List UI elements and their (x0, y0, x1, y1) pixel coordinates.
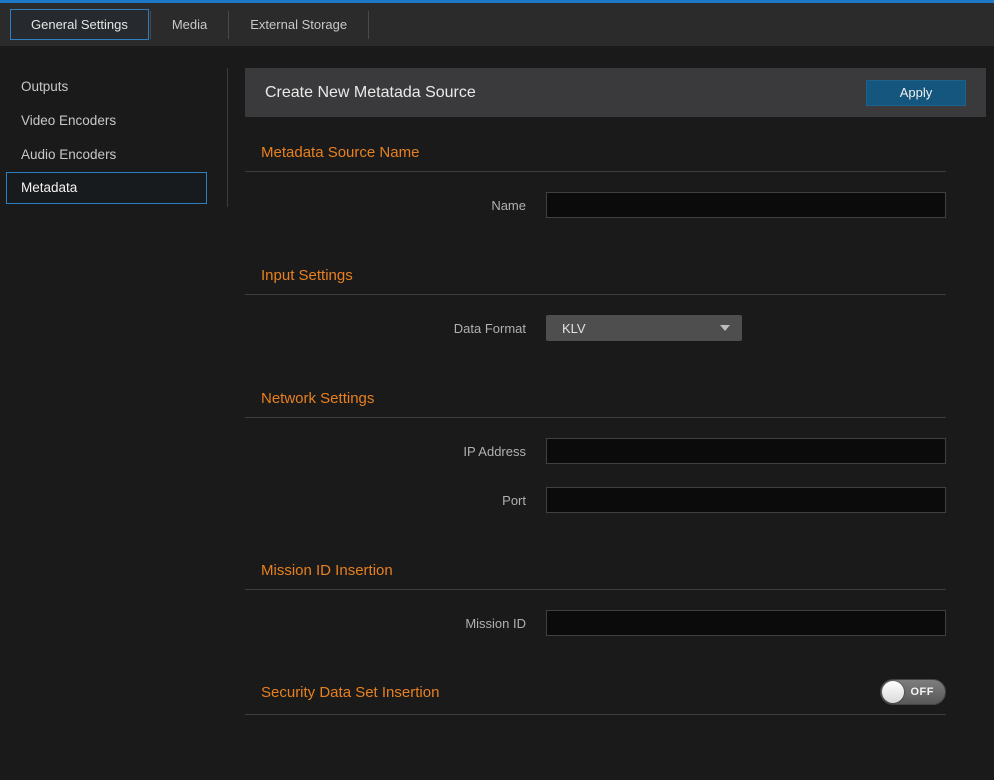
section-heading-mission-id-insertion: Mission ID Insertion (245, 561, 946, 590)
section-mission-id-insertion: Mission ID Insertion Mission ID (245, 561, 946, 636)
sidebar-item-video-encoders[interactable]: Video Encoders (0, 104, 225, 138)
tab-external-storage[interactable]: External Storage (230, 10, 367, 39)
toggle-state-label: OFF (911, 686, 935, 698)
section-heading-input-settings: Input Settings (245, 266, 946, 295)
mission-id-label: Mission ID (245, 616, 526, 631)
panel-header: Create New Metatada Source Apply (245, 68, 986, 117)
sidebar-vertical-divider (227, 68, 228, 207)
sidebar-nav: Outputs Video Encoders Audio Encoders Me… (0, 46, 225, 204)
form-row-name: Name (245, 192, 946, 218)
data-format-label: Data Format (245, 321, 526, 336)
main-content: Create New Metatada Source Apply Metadat… (245, 46, 986, 715)
apply-button[interactable]: Apply (866, 80, 966, 106)
ip-address-input[interactable] (546, 438, 946, 464)
mission-id-input[interactable] (546, 610, 946, 636)
form-row-data-format: Data Format KLV (245, 315, 946, 341)
page-title: Create New Metatada Source (265, 84, 476, 102)
data-format-dropdown[interactable]: KLV (546, 315, 742, 341)
section-heading-network-settings: Network Settings (245, 389, 946, 418)
tab-media[interactable]: Media (152, 10, 227, 39)
chevron-down-icon (720, 325, 730, 331)
ip-address-label: IP Address (245, 444, 526, 459)
sidebar-item-outputs[interactable]: Outputs (0, 70, 225, 104)
section-metadata-source-name: Metadata Source Name Name (245, 143, 946, 218)
toggle-knob (882, 681, 904, 703)
form-content: Metadata Source Name Name Input Settings… (245, 143, 946, 715)
section-heading-security-data-set-insertion: Security Data Set Insertion (261, 684, 439, 701)
section-security-data-set-insertion: Security Data Set Insertion OFF (245, 679, 946, 715)
data-format-selected-value: KLV (562, 321, 586, 336)
sidebar-item-audio-encoders[interactable]: Audio Encoders (0, 138, 225, 172)
form-row-ip-address: IP Address (245, 438, 946, 464)
sidebar-item-metadata[interactable]: Metadata (6, 172, 207, 204)
tab-divider (368, 11, 369, 39)
form-row-port: Port (245, 487, 946, 513)
section-network-settings: Network Settings IP Address Port (245, 389, 946, 513)
tab-general-settings[interactable]: General Settings (10, 9, 149, 40)
port-input[interactable] (546, 487, 946, 513)
name-input[interactable] (546, 192, 946, 218)
port-label: Port (245, 493, 526, 508)
form-row-mission-id: Mission ID (245, 610, 946, 636)
tab-divider (150, 11, 151, 39)
section-heading-metadata-source-name: Metadata Source Name (245, 143, 946, 172)
security-data-set-toggle[interactable]: OFF (880, 679, 946, 705)
top-tab-bar: General Settings Media External Storage (0, 0, 994, 46)
tab-divider (228, 11, 229, 39)
section-input-settings: Input Settings Data Format KLV (245, 266, 946, 341)
name-label: Name (245, 198, 526, 213)
